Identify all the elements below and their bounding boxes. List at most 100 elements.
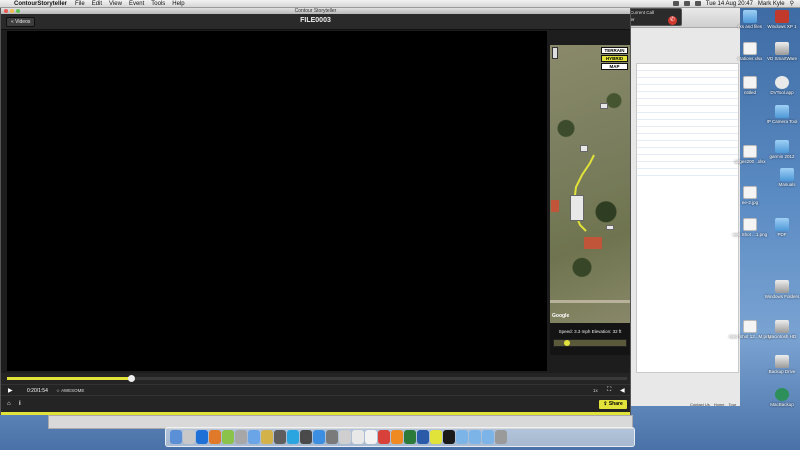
- menu-clock[interactable]: Tue 14 Aug 20:47: [706, 1, 753, 7]
- app-icon[interactable]: [274, 430, 286, 444]
- background-browser-window[interactable]: Contact Us Home Tour: [615, 8, 740, 407]
- folder-icon[interactable]: [482, 430, 494, 444]
- acrobat-icon[interactable]: [378, 430, 390, 444]
- hang-up-button[interactable]: ✆: [668, 16, 677, 25]
- launchpad-icon[interactable]: [183, 430, 195, 444]
- folder-icon[interactable]: [456, 430, 468, 444]
- video-player-area[interactable]: [7, 31, 547, 371]
- file-title: FILE0003: [300, 17, 331, 24]
- folder-icon[interactable]: [469, 430, 481, 444]
- folder-icon: [743, 10, 757, 23]
- app-icon[interactable]: [235, 430, 247, 444]
- app-icon[interactable]: [326, 430, 338, 444]
- document-icon: [743, 76, 757, 89]
- link-home[interactable]: Home: [714, 402, 725, 407]
- building-shape: [551, 200, 559, 212]
- folder-icon: [775, 218, 789, 231]
- gps-track: [550, 154, 630, 303]
- menu-view[interactable]: View: [109, 1, 122, 7]
- preview-icon[interactable]: [365, 430, 377, 444]
- folder-icon: [775, 140, 789, 153]
- share-button[interactable]: ⇪ Share: [599, 400, 627, 409]
- desktop-icon-ip-camera[interactable]: IP Camera Tool: [757, 105, 800, 124]
- firefox-icon[interactable]: [209, 430, 221, 444]
- app-icon[interactable]: [339, 430, 351, 444]
- fullscreen-icon[interactable]: ⛶: [607, 387, 611, 394]
- star-icon: ☆: [56, 388, 61, 393]
- desktop-icon-macbackup[interactable]: MacBackup: [757, 388, 800, 407]
- satellite-map[interactable]: TERRAIN HYBRID MAP Google: [550, 45, 630, 323]
- progress-bar[interactable]: [7, 375, 627, 382]
- awesome-button[interactable]: ☆ AWESOME: [56, 388, 84, 394]
- road-shape: [550, 300, 630, 303]
- trash-icon[interactable]: [495, 430, 507, 444]
- app-icon[interactable]: [261, 430, 273, 444]
- player-controls: ▶ 0:20/1:54 ☆ AWESOME 1x ⛶ ◀ ⌂ i ⇪ Share: [1, 373, 630, 415]
- desktop-icon-pdf[interactable]: PDF: [757, 218, 800, 237]
- desktop-icon-macintosh-hd[interactable]: Macintosh HD: [757, 320, 800, 339]
- storyteller-icon[interactable]: [430, 430, 442, 444]
- spreadsheet-icon: [743, 145, 757, 158]
- info-icon[interactable]: i: [19, 401, 21, 407]
- desktop-icon-manuals[interactable]: Manuals: [762, 168, 800, 187]
- menu-app-name[interactable]: ContourStoryteller: [14, 1, 67, 7]
- menu-tools[interactable]: Tools: [151, 1, 165, 7]
- vlc-icon[interactable]: [391, 430, 403, 444]
- finder-icon[interactable]: [170, 430, 182, 444]
- battery-icon[interactable]: [694, 1, 701, 6]
- skype-icon[interactable]: [287, 430, 299, 444]
- close-window-icon[interactable]: [4, 9, 8, 13]
- map-timeline-slider[interactable]: [553, 339, 627, 347]
- map-slider-knob[interactable]: [563, 340, 570, 346]
- browser-content: [636, 63, 739, 373]
- menu-help[interactable]: Help: [172, 1, 184, 7]
- app-icon[interactable]: [313, 430, 325, 444]
- word-icon[interactable]: [417, 430, 429, 444]
- image-file-icon: [743, 218, 757, 231]
- home-icon[interactable]: ⌂: [7, 401, 11, 407]
- app-icon[interactable]: [248, 430, 260, 444]
- contour-storyteller-window: Contour Storyteller « Videos FILE0003 TE…: [0, 7, 631, 415]
- app-icon[interactable]: [222, 430, 234, 444]
- zoom-window-icon[interactable]: [16, 9, 20, 13]
- link-tour[interactable]: Tour: [728, 402, 736, 407]
- map-zoom-control[interactable]: [552, 47, 558, 59]
- building-shape: [606, 225, 614, 230]
- map-type-map[interactable]: MAP: [601, 63, 628, 70]
- play-icon[interactable]: ▶: [8, 387, 13, 394]
- app-icon[interactable]: [443, 430, 455, 444]
- wifi-icon[interactable]: [672, 1, 679, 6]
- menu-user[interactable]: Mark Kyle: [758, 1, 785, 7]
- desktop-icon-image[interactable]: ee-2.jpg: [725, 186, 775, 205]
- menu-event[interactable]: Event: [129, 1, 144, 7]
- excel-icon[interactable]: [404, 430, 416, 444]
- desktop-icon-backup-drive[interactable]: Backup Drive: [757, 355, 800, 374]
- app-icon[interactable]: [300, 430, 312, 444]
- desktop-icon-untitled[interactable]: ntitled: [725, 76, 775, 95]
- progress-fill: [7, 377, 131, 380]
- building-shape: [570, 195, 584, 221]
- drive-icon: [775, 280, 789, 293]
- menu-file[interactable]: File: [75, 1, 85, 7]
- image-file-icon: [743, 186, 757, 199]
- desktop-icon-windows-folders[interactable]: Windows Folders: [757, 280, 800, 299]
- volume-icon[interactable]: ◀: [620, 387, 625, 394]
- map-type-terrain[interactable]: TERRAIN: [601, 47, 628, 54]
- volume-icon[interactable]: [683, 1, 690, 6]
- map-type-hybrid[interactable]: HYBRID: [601, 55, 628, 62]
- minimize-window-icon[interactable]: [10, 9, 14, 13]
- menu-edit[interactable]: Edit: [92, 1, 102, 7]
- calendar-icon[interactable]: [352, 430, 364, 444]
- desktop-icon-xlsx[interactable]: ntations xlsx: [725, 42, 775, 61]
- safari-icon[interactable]: [196, 430, 208, 444]
- spotlight-icon[interactable]: ⚲: [790, 0, 794, 7]
- image-file-icon: [743, 320, 757, 333]
- awesome-label: AWESOME: [61, 388, 85, 393]
- drive-icon: [775, 42, 789, 55]
- desktop-icon-badges[interactable]: adges200 ..xlsx: [725, 145, 775, 164]
- progress-knob[interactable]: [128, 375, 135, 382]
- link-contact-us[interactable]: Contact Us: [690, 402, 710, 407]
- app-header: « Videos FILE0003: [1, 14, 630, 30]
- playback-speed[interactable]: 1x: [593, 388, 598, 393]
- desktop-icon-folder[interactable]: rks and files: [725, 10, 775, 29]
